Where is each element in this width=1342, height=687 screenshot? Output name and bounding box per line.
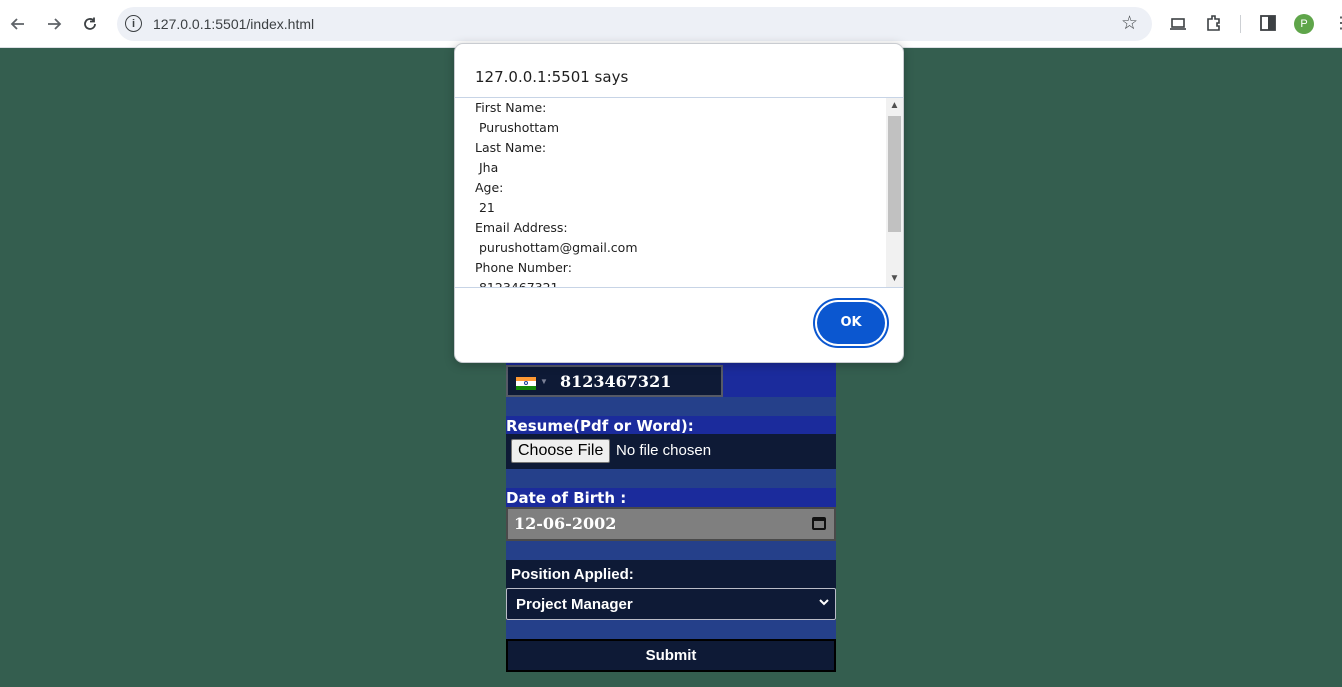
dob-value: 12-06-2002 bbox=[514, 514, 617, 533]
dob-label: Date of Birth : bbox=[506, 488, 836, 508]
position-value: Project Manager bbox=[516, 596, 633, 613]
message-line: First Name: bbox=[475, 100, 547, 115]
india-flag-icon[interactable] bbox=[516, 377, 536, 390]
position-select[interactable]: Project Manager bbox=[506, 588, 836, 620]
back-icon[interactable] bbox=[6, 12, 30, 36]
scroll-up-icon[interactable]: ▲ bbox=[886, 98, 903, 114]
dialog-title: 127.0.0.1:5501 says bbox=[475, 68, 629, 86]
position-section: Position Applied: Project Manager bbox=[506, 560, 836, 620]
submit-button[interactable]: Submit bbox=[506, 639, 836, 672]
choose-file-button[interactable]: Choose File bbox=[511, 439, 611, 463]
browser-toolbar: i 127.0.0.1:5501/index.html ☆ P ⋮ bbox=[0, 0, 1342, 48]
resume-label: Resume(Pdf or Word): bbox=[506, 416, 836, 436]
laptop-icon[interactable] bbox=[1168, 13, 1188, 38]
reload-icon[interactable] bbox=[78, 12, 102, 36]
forward-icon[interactable] bbox=[42, 12, 66, 36]
site-info-icon[interactable]: i bbox=[125, 15, 142, 32]
phone-value: 8123467321 bbox=[560, 372, 672, 391]
message-line: Phone Number: bbox=[475, 260, 572, 275]
application-form: ▼ 8123467321 Resume(Pdf or Word): Choose… bbox=[506, 362, 836, 672]
message-line: 21 bbox=[475, 200, 495, 215]
dialog-message-area[interactable]: First Name: Purushottam Last Name: Jha A… bbox=[455, 97, 903, 288]
message-line: Purushottam bbox=[475, 120, 559, 135]
message-line: Email Address: bbox=[475, 220, 568, 235]
scrollbar-thumb[interactable] bbox=[888, 116, 901, 232]
phone-row: ▼ 8123467321 bbox=[506, 362, 836, 397]
scroll-down-icon[interactable]: ▼ bbox=[886, 271, 903, 287]
message-line: 8123467321 bbox=[475, 280, 559, 288]
calendar-icon[interactable] bbox=[812, 517, 826, 530]
chevron-down-icon bbox=[819, 596, 829, 610]
alert-dialog: 127.0.0.1:5501 says First Name: Purushot… bbox=[454, 43, 904, 363]
extensions-icon[interactable] bbox=[1204, 13, 1224, 38]
dob-date-input[interactable]: 12-06-2002 bbox=[506, 507, 836, 541]
toolbar-divider bbox=[1240, 15, 1241, 33]
side-panel-icon[interactable] bbox=[1258, 13, 1278, 38]
profile-avatar[interactable]: P bbox=[1294, 14, 1314, 34]
message-line: Last Name: bbox=[475, 140, 547, 155]
position-label: Position Applied: bbox=[511, 566, 634, 583]
url-text: 127.0.0.1:5501/index.html bbox=[153, 16, 315, 32]
message-line: Age: bbox=[475, 180, 504, 195]
dialog-scrollbar[interactable]: ▲ ▼ bbox=[886, 98, 903, 287]
message-line: purushottam@gmail.com bbox=[475, 240, 638, 255]
ok-button[interactable]: OK bbox=[817, 302, 885, 344]
menu-kebab-icon[interactable]: ⋮ bbox=[1333, 13, 1342, 33]
message-line: Jha bbox=[475, 160, 499, 175]
phone-input[interactable]: ▼ 8123467321 bbox=[506, 365, 723, 397]
address-bar[interactable]: i 127.0.0.1:5501/index.html ☆ bbox=[117, 7, 1152, 41]
no-file-text: No file chosen bbox=[616, 442, 712, 459]
resume-file-input[interactable]: Choose File No file chosen bbox=[506, 434, 836, 469]
dialog-message: First Name: Purushottam Last Name: Jha A… bbox=[475, 98, 638, 288]
country-dropdown-caret-icon[interactable]: ▼ bbox=[540, 377, 548, 386]
bookmark-star-icon[interactable]: ☆ bbox=[1121, 12, 1138, 35]
